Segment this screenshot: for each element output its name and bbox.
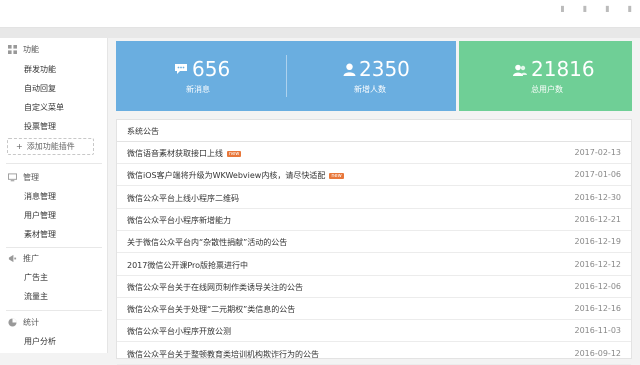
notice-title[interactable]: 微信公众平台小程序开放公测 [127,326,231,337]
sidebar-divider [6,163,102,164]
menu-icon[interactable]: ▮ [560,4,564,13]
sidebar-divider [6,310,102,311]
sidebar: 功能 群发功能 自动回复 自定义菜单 投票管理 + 添加功能插件 管理 消息管理… [0,38,108,353]
settings-icon[interactable]: ▮ [605,4,609,13]
notification-icon[interactable]: ▮ [583,4,587,13]
user-icon [343,63,356,76]
sidebar-section-manage: 管理 [8,172,39,183]
panel-title: 系统公告 [127,127,159,136]
notice-title-wrap: 微信公众平台关于处理“二元期权”类信息的公告 [127,304,295,315]
sidebar-section-stats: 统计 [8,317,39,328]
notice-title-wrap: 微信公众平台小程序新增能力 [127,215,231,226]
stat-value: 2350 [359,57,410,81]
notice-title[interactable]: 微信公众平台关于在线网页制作类诱导关注的公告 [127,282,303,293]
sidebar-item-auto-reply[interactable]: 自动回复 [24,83,56,94]
sidebar-item-user-analysis[interactable]: 用户分析 [24,336,56,347]
sidebar-divider [6,247,102,248]
notice-date: 2016-12-19 [574,237,622,247]
notice-title-wrap: 微信iOS客户端将升级为WKWebview内核，请尽快适配 new [127,170,344,181]
sidebar-item-publisher[interactable]: 流量主 [24,291,48,302]
sidebar-section-title: 功能 [23,45,39,54]
notice-title[interactable]: 微信公众平台小程序新增能力 [127,215,231,226]
notice-title[interactable]: 微信iOS客户端将升级为WKWebview内核，请尽快适配 [127,170,325,181]
stat-new-users[interactable]: 2350 新增人数 [287,41,456,111]
stat-total-users[interactable]: 21816 总用户数 [459,41,632,111]
new-badge: new [227,150,242,157]
users-icon [513,64,527,76]
notice-row[interactable]: 微信公众平台关于整顿教育类培训机构欺诈行为的公告 2016-09-12 [117,343,631,365]
stat-label: 总用户数 [531,85,563,94]
notice-row[interactable]: 关于微信公众平台内“杂散性捐献”活动的公告 2016-12-19 [117,231,631,254]
notice-date: 2016-11-03 [574,326,622,336]
notice-row[interactable]: 微信公众平台小程序新增能力 2016-12-21 [117,209,631,231]
system-notice-panel: 系统公告 微信语音素材获取接口上线 new 2017-02-13 微信iOS客户端将升… [116,119,632,365]
message-icon [175,64,187,74]
new-badge: new [329,172,344,179]
add-plugin-label: 添加功能插件 [26,142,75,151]
stats-bar: 656 新消息 2350 新增人数 21816 总用户数 [116,41,632,111]
main-content: 656 新消息 2350 新增人数 21816 总用户数 系统公告 微信语音素材… [108,38,640,365]
notice-title-wrap: 关于微信公众平台内“杂散性捐献”活动的公告 [127,237,287,248]
sidebar-section-function: 功能 [8,44,39,55]
sidebar-section-title: 推广 [23,254,39,263]
notice-row[interactable]: 微信公众平台小程序开放公测 2016-11-03 [117,320,631,343]
notice-row[interactable]: 微信iOS客户端将升级为WKWebview内核，请尽快适配 new 2017-01-… [117,164,631,187]
plus-icon: + [16,142,23,151]
monitor-icon [8,173,17,182]
notice-title-wrap: 微信公众平台上线小程序二维码 [127,193,239,204]
notice-title[interactable]: 微信公众平台关于处理“二元期权”类信息的公告 [127,304,295,315]
megaphone-icon [8,254,17,263]
sidebar-item-messages[interactable]: 消息管理 [24,191,56,202]
sidebar-item-custom-menu[interactable]: 自定义菜单 [24,102,64,113]
notice-date: 2016-12-06 [574,281,622,291]
notice-title-wrap: 微信公众平台关于在线网页制作类诱导关注的公告 [127,282,303,293]
stat-label: 新消息 [186,85,210,94]
sidebar-section-title: 管理 [23,173,39,182]
notice-title-wrap: 微信语音素材获取接口上线 new [127,148,242,159]
grid-icon [8,45,17,54]
notice-title[interactable]: 微信公众平台关于整顿教育类培训机构欺诈行为的公告 [127,349,319,360]
notice-date: 2016-12-21 [574,214,622,224]
sidebar-item-mass-send[interactable]: 群发功能 [24,64,56,75]
notice-row[interactable]: 2017微信公开课Pro版抢票进行中 2016-12-12 [117,254,631,276]
notice-date: 2016-09-12 [574,348,622,358]
notice-title[interactable]: 关于微信公众平台内“杂散性捐献”活动的公告 [127,237,287,248]
sidebar-item-users[interactable]: 用户管理 [24,210,56,221]
sidebar-item-advertiser[interactable]: 广告主 [24,272,48,283]
notice-row[interactable]: 微信公众平台关于在线网页制作类诱导关注的公告 2016-12-06 [117,276,631,298]
stat-label: 新增人数 [354,85,386,94]
sidebar-item-materials[interactable]: 素材管理 [24,229,56,240]
sub-header-bar [0,28,640,38]
top-bar: ▮ ▮ ▮ ▮ [0,0,640,28]
pie-chart-icon [8,318,17,327]
notice-row[interactable]: 微信语音素材获取接口上线 new 2017-02-13 [117,142,631,164]
top-bar-icons: ▮ ▮ ▮ ▮ [560,4,632,13]
stat-value: 656 [192,57,231,81]
sidebar-section-promote: 推广 [8,253,39,264]
notice-row[interactable]: 微信公众平台上线小程序二维码 2016-12-30 [117,187,631,209]
user-menu-icon[interactable]: ▮ [628,4,632,13]
notice-date: 2016-12-16 [574,304,622,314]
notice-row[interactable]: 微信公众平台关于处理“二元期权”类信息的公告 2016-12-16 [117,298,631,321]
sidebar-item-vote[interactable]: 投票管理 [24,121,56,132]
notice-title[interactable]: 2017微信公开课Pro版抢票进行中 [127,260,248,271]
add-plugin-button[interactable]: + 添加功能插件 [7,138,94,155]
notice-title-wrap: 微信公众平台小程序开放公测 [127,326,231,337]
stat-new-messages[interactable]: 656 新消息 [116,41,286,111]
notice-date: 2017-02-13 [574,148,622,157]
notice-title[interactable]: 微信语音素材获取接口上线 [127,148,223,159]
notice-date: 2016-12-12 [574,259,622,269]
sidebar-section-title: 统计 [23,318,39,327]
notice-title-wrap: 微信公众平台关于整顿教育类培训机构欺诈行为的公告 [127,349,319,360]
notice-title-wrap: 2017微信公开课Pro版抢票进行中 [127,260,248,271]
notice-date: 2017-01-06 [574,170,622,180]
stat-value: 21816 [531,57,595,81]
notice-title[interactable]: 微信公众平台上线小程序二维码 [127,193,239,204]
notice-date: 2016-12-30 [574,192,622,202]
